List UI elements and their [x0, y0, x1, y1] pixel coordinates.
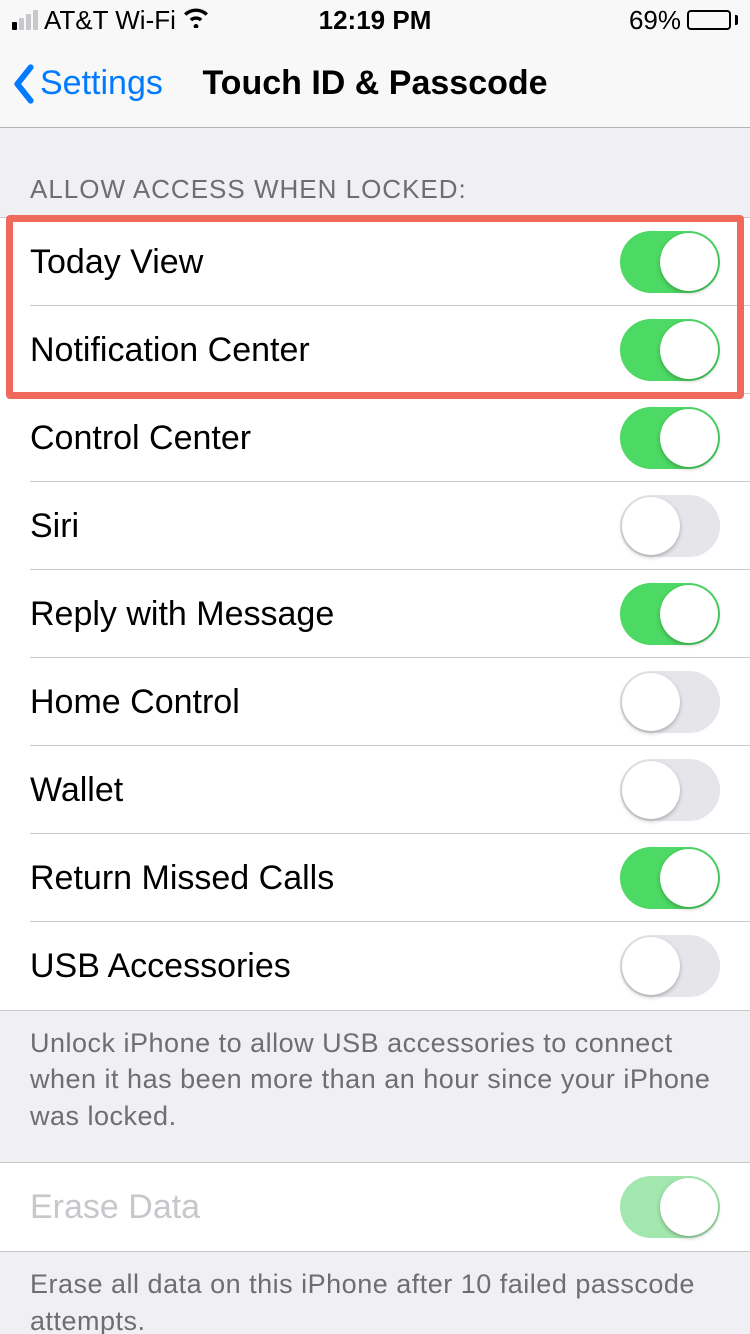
row-home-control: Home Control — [0, 658, 750, 746]
allow-access-group: Today View Notification Center Control C… — [0, 217, 750, 1011]
row-label: Reply with Message — [30, 595, 334, 634]
status-time: 12:19 PM — [0, 5, 750, 36]
row-usb-accessories: USB Accessories — [0, 922, 750, 1010]
row-control-center: Control Center — [0, 394, 750, 482]
toggle-reply-with-message[interactable] — [620, 583, 720, 645]
battery-icon — [687, 10, 738, 30]
row-today-view: Today View — [0, 218, 750, 306]
row-label: USB Accessories — [30, 947, 291, 986]
status-bar: AT&T Wi-Fi 12:19 PM 69% — [0, 0, 750, 40]
section-header-allow-access: ALLOW ACCESS WHEN LOCKED: — [0, 128, 750, 217]
toggle-siri[interactable] — [620, 495, 720, 557]
row-label: Return Missed Calls — [30, 859, 334, 898]
chevron-left-icon — [12, 64, 36, 104]
row-siri: Siri — [0, 482, 750, 570]
row-label: Home Control — [30, 683, 240, 722]
footer-usb-accessories: Unlock iPhone to allow USB accessories t… — [0, 1011, 750, 1162]
toggle-usb-accessories[interactable] — [620, 935, 720, 997]
toggle-return-missed-calls[interactable] — [620, 847, 720, 909]
toggle-today-view[interactable] — [620, 231, 720, 293]
toggle-home-control[interactable] — [620, 671, 720, 733]
row-erase-data: Erase Data — [0, 1163, 750, 1251]
row-notification-center: Notification Center — [0, 306, 750, 394]
navigation-bar: Settings Touch ID & Passcode — [0, 40, 750, 128]
row-return-missed-calls: Return Missed Calls — [0, 834, 750, 922]
row-reply-with-message: Reply with Message — [0, 570, 750, 658]
row-label: Erase Data — [30, 1188, 200, 1227]
row-label: Wallet — [30, 771, 123, 810]
back-label: Settings — [40, 64, 163, 103]
row-label: Notification Center — [30, 331, 310, 370]
toggle-control-center[interactable] — [620, 407, 720, 469]
row-label: Today View — [30, 243, 203, 282]
back-button[interactable]: Settings — [12, 64, 163, 104]
toggle-notification-center[interactable] — [620, 319, 720, 381]
row-label: Siri — [30, 507, 79, 546]
toggle-wallet[interactable] — [620, 759, 720, 821]
row-label: Control Center — [30, 419, 251, 458]
erase-data-group: Erase Data — [0, 1162, 750, 1252]
footer-erase-data: Erase all data on this iPhone after 10 f… — [0, 1252, 750, 1334]
page-title: Touch ID & Passcode — [202, 64, 547, 103]
row-wallet: Wallet — [0, 746, 750, 834]
toggle-erase-data[interactable] — [620, 1176, 720, 1238]
